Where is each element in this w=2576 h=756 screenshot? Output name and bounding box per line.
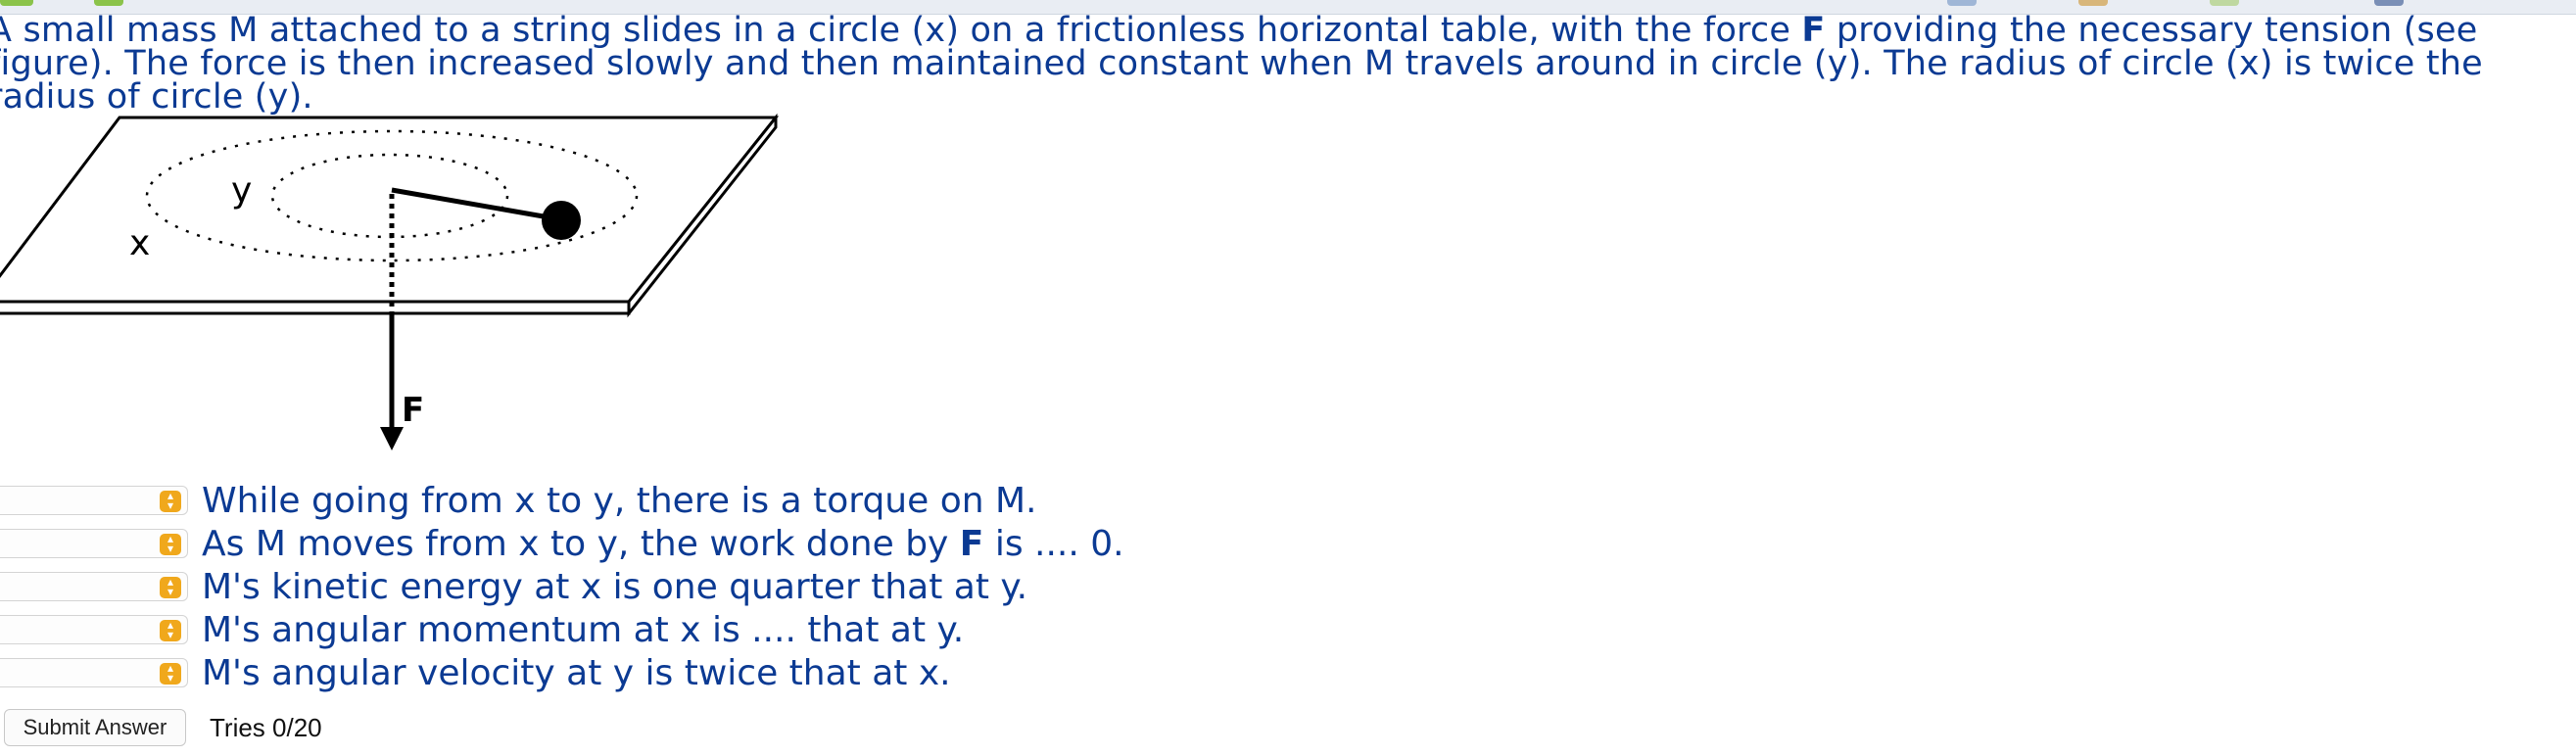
answer-select[interactable]: ▴ ▾	[0, 529, 188, 558]
nav-back-icon[interactable]	[0, 0, 33, 6]
statement-row: ▴ ▾ M's angular velocity at y is twice th…	[0, 654, 1175, 693]
label-force: F	[402, 391, 424, 430]
select-arrows-icon: ▴ ▾	[160, 490, 181, 512]
question-text: A small mass M attached to a string slid…	[0, 14, 2574, 115]
circular-motion-figure: x y F	[0, 113, 780, 450]
select-arrows-icon: ▴ ▾	[160, 576, 181, 598]
statement-text: While going from x to y, there is a torq…	[202, 481, 1037, 521]
toolbar-icon[interactable]	[2374, 0, 2404, 6]
toolbar-icon[interactable]	[2210, 0, 2239, 6]
statement-row: ▴ ▾ While going from x to y, there is a t…	[0, 482, 1175, 521]
statement-row: ▴ ▾ M's angular momentum at x is .... tha…	[0, 611, 1175, 650]
answer-select[interactable]: ▴ ▾	[0, 658, 188, 687]
select-arrows-icon: ▴ ▾	[160, 619, 181, 641]
nav-forward-icon[interactable]	[94, 0, 123, 6]
statement-text: M's kinetic energy at x is one quarter t…	[202, 567, 1028, 607]
toolbar-icon[interactable]	[2078, 0, 2108, 6]
mass-m	[542, 201, 581, 240]
table-edge-front	[0, 300, 631, 315]
select-arrows-icon: ▴ ▾	[160, 533, 181, 555]
statement-row: ▴ ▾ As M moves from x to y, the work done…	[0, 525, 1175, 564]
answer-select[interactable]: ▴ ▾	[0, 572, 188, 601]
statement-text: M's angular velocity at y is twice that …	[202, 653, 951, 693]
statement-row: ▴ ▾ M's kinetic energy at x is one quarte…	[0, 568, 1175, 607]
statement-post: is .... 0.	[983, 524, 1124, 564]
select-arrows-icon: ▴ ▾	[160, 662, 181, 685]
answer-select[interactable]: ▴ ▾	[0, 615, 188, 644]
statement-text: M's angular momentum at x is .... that a…	[202, 610, 965, 650]
tries-counter: Tries 0/20	[210, 713, 322, 742]
submit-answer-button[interactable]: Submit Answer	[4, 709, 186, 746]
toolbar-icon[interactable]	[1947, 0, 1977, 6]
answer-select[interactable]: ▴ ▾	[0, 486, 188, 515]
force-arrow-head	[380, 427, 404, 450]
force-symbol: F	[959, 524, 984, 564]
statement-text: As M moves from x to y, the work done by…	[202, 525, 1124, 564]
label-y: y	[231, 170, 252, 211]
statement-pre: As M moves from x to y, the work done by	[202, 524, 960, 564]
label-x: x	[129, 223, 150, 263]
